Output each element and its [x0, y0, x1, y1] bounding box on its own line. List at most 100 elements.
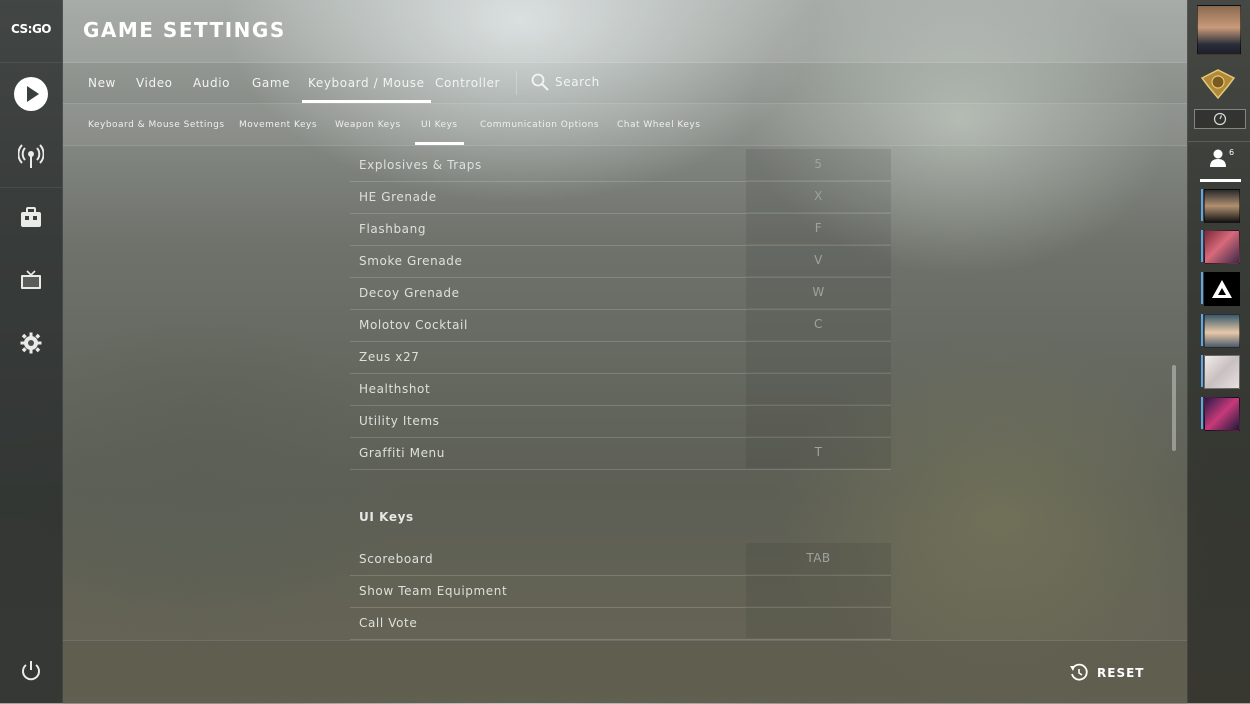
- subtabs: Keyboard & Mouse Settings Movement Keys …: [63, 104, 1187, 146]
- main-nav: CS:GO: [0, 0, 63, 703]
- friend-avatar[interactable]: [1204, 189, 1240, 223]
- play-icon: [14, 77, 48, 111]
- page-header: GAME SETTINGS: [63, 0, 1187, 63]
- inventory-button[interactable]: [11, 198, 51, 238]
- subtab-ui-keys[interactable]: UI Keys: [415, 120, 464, 145]
- keybind-label: Explosives & Traps: [359, 158, 482, 172]
- keybind-key[interactable]: V: [746, 245, 891, 276]
- keybind-key[interactable]: X: [746, 181, 891, 212]
- tab-controller[interactable]: Controller: [435, 76, 500, 90]
- friend-avatar[interactable]: [1204, 355, 1240, 389]
- tab-audio[interactable]: Audio: [193, 76, 230, 90]
- rank-status[interactable]: [1194, 109, 1246, 129]
- friend-avatar[interactable]: [1204, 230, 1240, 264]
- settings-button[interactable]: [11, 323, 51, 363]
- search-icon: [531, 73, 549, 91]
- keybind-row[interactable]: Molotov Cocktail C: [350, 309, 891, 342]
- friend-status-bar: [1201, 272, 1203, 304]
- keybind-row[interactable]: Healthshot: [350, 373, 891, 406]
- friend-avatar[interactable]: [1204, 397, 1240, 431]
- keybind-key[interactable]: [746, 341, 891, 372]
- clock-icon: [1213, 112, 1227, 126]
- tv-icon: [21, 270, 41, 289]
- keybind-row[interactable]: Call Vote: [350, 607, 891, 640]
- keybind-label: HE Grenade: [359, 190, 437, 204]
- subtab-weapon-keys[interactable]: Weapon Keys: [335, 120, 401, 130]
- keybind-key[interactable]: T: [746, 437, 891, 468]
- search-button[interactable]: Search: [531, 73, 600, 91]
- reset-label: RESET: [1097, 666, 1145, 680]
- keybind-row[interactable]: Zeus x27: [350, 341, 891, 374]
- friend-status-bar: [1201, 397, 1203, 429]
- keybind-label: Graffiti Menu: [359, 446, 445, 460]
- keybind-row[interactable]: Explosives & Traps 5: [350, 149, 891, 182]
- power-icon: [22, 661, 40, 681]
- keybind-label: Smoke Grenade: [359, 254, 463, 268]
- tab-divider: [516, 71, 517, 95]
- keybind-row[interactable]: Smoke Grenade V: [350, 245, 891, 278]
- keybind-label: Utility Items: [359, 414, 440, 428]
- friend-status-bar: [1201, 189, 1203, 221]
- keybind-key[interactable]: [746, 373, 891, 404]
- subtab-chat-wheel-keys[interactable]: Chat Wheel Keys: [617, 120, 700, 130]
- keybind-key[interactable]: [746, 405, 891, 436]
- friend-status-bar: [1201, 355, 1203, 387]
- friend-avatar[interactable]: [1204, 314, 1240, 348]
- rank-badge[interactable]: [1198, 64, 1238, 104]
- csgo-logo: CS:GO: [10, 22, 52, 36]
- keybind-list: Explosives & Traps 5 HE Grenade X Flashb…: [63, 146, 1187, 640]
- friends-icon: [1209, 149, 1226, 167]
- keybind-label: Show Team Equipment: [359, 584, 508, 598]
- friend-avatar[interactable]: [1204, 272, 1240, 306]
- social-panel: 6: [1187, 0, 1250, 703]
- settings-tabs: New Video Audio Game Keyboard / Mouse Co…: [63, 63, 1187, 104]
- keybind-key[interactable]: 5: [746, 149, 891, 180]
- keybind-label: Flashbang: [359, 222, 427, 236]
- tab-video[interactable]: Video: [136, 76, 173, 90]
- reset-button[interactable]: RESET: [1069, 663, 1144, 683]
- keybind-row[interactable]: Show Team Equipment: [350, 575, 891, 608]
- keybind-row[interactable]: HE Grenade X: [350, 181, 891, 214]
- keybind-label: Call Vote: [359, 616, 418, 630]
- keybind-row[interactable]: Scoreboard TAB: [350, 543, 891, 576]
- section-title-ui-keys: UI Keys: [359, 510, 414, 524]
- keybind-label: Zeus x27: [359, 350, 420, 364]
- keybind-row[interactable]: Flashbang F: [350, 213, 891, 246]
- nav-divider: [0, 187, 62, 188]
- keybind-label: Molotov Cocktail: [359, 318, 468, 332]
- keybind-key[interactable]: [746, 607, 891, 638]
- keybind-row[interactable]: Utility Items: [350, 405, 891, 438]
- keybind-key[interactable]: C: [746, 309, 891, 340]
- tab-game[interactable]: Game: [252, 76, 290, 90]
- keybind-key[interactable]: [746, 575, 891, 606]
- tab-new[interactable]: New: [88, 76, 116, 90]
- keybind-label: Decoy Grenade: [359, 286, 460, 300]
- subtab-communication-options[interactable]: Communication Options: [480, 120, 599, 130]
- search-label: Search: [555, 75, 600, 89]
- subtab-keyboard-mouse-settings[interactable]: Keyboard & Mouse Settings: [88, 120, 225, 130]
- keybind-key[interactable]: W: [746, 277, 891, 308]
- keybind-label: Scoreboard: [359, 552, 434, 566]
- scrollbar[interactable]: [1172, 365, 1176, 451]
- profile-avatar[interactable]: [1197, 5, 1241, 55]
- watch-button[interactable]: [11, 261, 51, 301]
- keybind-key[interactable]: F: [746, 213, 891, 244]
- footer: RESET: [63, 640, 1187, 704]
- friends-tab-indicator: [1200, 179, 1241, 182]
- keybind-key[interactable]: TAB: [746, 543, 891, 574]
- watch-broadcast-button[interactable]: [11, 136, 51, 176]
- triangle-logo-icon: [1212, 280, 1232, 298]
- play-button[interactable]: [11, 74, 51, 114]
- reset-icon: [1070, 663, 1088, 681]
- nav-divider: [0, 62, 62, 63]
- tab-keyboard-mouse[interactable]: Keyboard / Mouse: [302, 76, 431, 103]
- page-title: GAME SETTINGS: [83, 18, 286, 42]
- gear-icon: [20, 332, 42, 354]
- power-button[interactable]: [11, 651, 51, 691]
- keybind-row[interactable]: Decoy Grenade W: [350, 277, 891, 310]
- keybind-label: Healthshot: [359, 382, 431, 396]
- friends-toggle[interactable]: 6: [1201, 148, 1241, 178]
- antenna-icon: [18, 144, 44, 168]
- keybind-row[interactable]: Graffiti Menu T: [350, 437, 891, 470]
- subtab-movement-keys[interactable]: Movement Keys: [239, 120, 317, 130]
